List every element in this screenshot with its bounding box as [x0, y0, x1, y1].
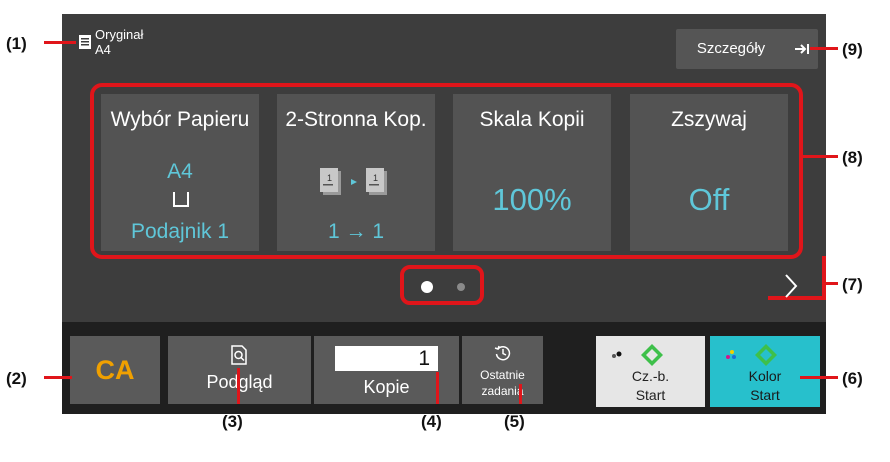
tray-value: Podajnik 1 [130, 220, 230, 243]
recent-label-2: zadania [481, 384, 524, 398]
paper-size: A4 [167, 160, 193, 183]
callout-4: (4) [421, 412, 442, 431]
callout-line-7 [826, 282, 838, 285]
callout-8: (8) [842, 148, 863, 167]
tile-title: Skala Kopii [479, 108, 585, 131]
tile-title: Wybór Papieru [110, 108, 250, 131]
bw-label-2: Start [635, 387, 666, 403]
paper-tray-icon [173, 192, 189, 207]
color-start-button[interactable]: Kolor Start [710, 336, 820, 407]
callout-line-5 [519, 384, 522, 404]
tile-paper-select[interactable]: Wybór Papieru A4 Podajnik 1 [101, 94, 259, 251]
arrow-right-icon [795, 44, 809, 54]
copies-count-field[interactable]: 1 [335, 346, 438, 371]
bw-start-button[interactable]: Cz.-b. Start [596, 336, 705, 407]
callout-line-1 [44, 41, 76, 44]
page-dot[interactable] [457, 283, 465, 291]
chevron-right-icon[interactable] [783, 273, 799, 299]
tile-copy-ratio[interactable]: Skala Kopii 100% [453, 94, 611, 251]
ratio-value: 100% [492, 182, 572, 217]
callout-line-3 [237, 368, 240, 404]
original-info[interactable]: Oryginał A4 [95, 27, 143, 57]
bw-label-1: Cz.-b. [631, 368, 670, 384]
preview-icon [231, 345, 247, 365]
page-dot-active[interactable] [421, 281, 433, 293]
callout-5: (5) [504, 412, 525, 431]
staple-value: Off [688, 182, 730, 217]
tile-staple[interactable]: Zszywaj Off [630, 94, 788, 251]
details-button[interactable]: Szczegóły [676, 29, 818, 69]
recent-label-1: Ostatnie [480, 368, 525, 382]
duplex-value: 1 → 1 [327, 220, 385, 243]
svg-text:1: 1 [327, 173, 332, 183]
clear-all-button[interactable]: CA [70, 336, 160, 404]
callout-1: (1) [6, 34, 27, 53]
duplex-copy-icon: 1 1 [320, 168, 387, 195]
original-size: A4 [95, 42, 111, 57]
svg-text:1: 1 [373, 173, 378, 183]
callout-line-4 [436, 372, 439, 404]
callout-line-8 [803, 155, 838, 158]
tile-duplex-copy[interactable]: 2-Stronna Kop. 1 1 1 → 1 [277, 94, 435, 251]
callout-line-2 [44, 376, 72, 379]
tile-title: Zszywaj [671, 108, 747, 131]
original-label: Oryginał [95, 27, 144, 42]
callout-9: (9) [842, 40, 863, 59]
tile-title: 2-Stronna Kop. [285, 108, 427, 131]
color-label-2: Start [750, 387, 780, 403]
color-start-icon [726, 344, 777, 366]
callout-2: (2) [6, 369, 27, 388]
document-icon [79, 35, 91, 49]
callout-line-6 [800, 376, 838, 379]
recent-jobs-button[interactable]: Ostatnie zadania [462, 336, 543, 404]
callout-7: (7) [842, 275, 863, 294]
callout-frame-pager [400, 265, 484, 305]
history-icon [494, 345, 511, 361]
callout-line-9 [810, 47, 838, 50]
details-label: Szczegóły [696, 40, 766, 57]
bw-start-icon [612, 344, 663, 366]
callout-6: (6) [842, 369, 863, 388]
callout-3: (3) [222, 412, 243, 431]
